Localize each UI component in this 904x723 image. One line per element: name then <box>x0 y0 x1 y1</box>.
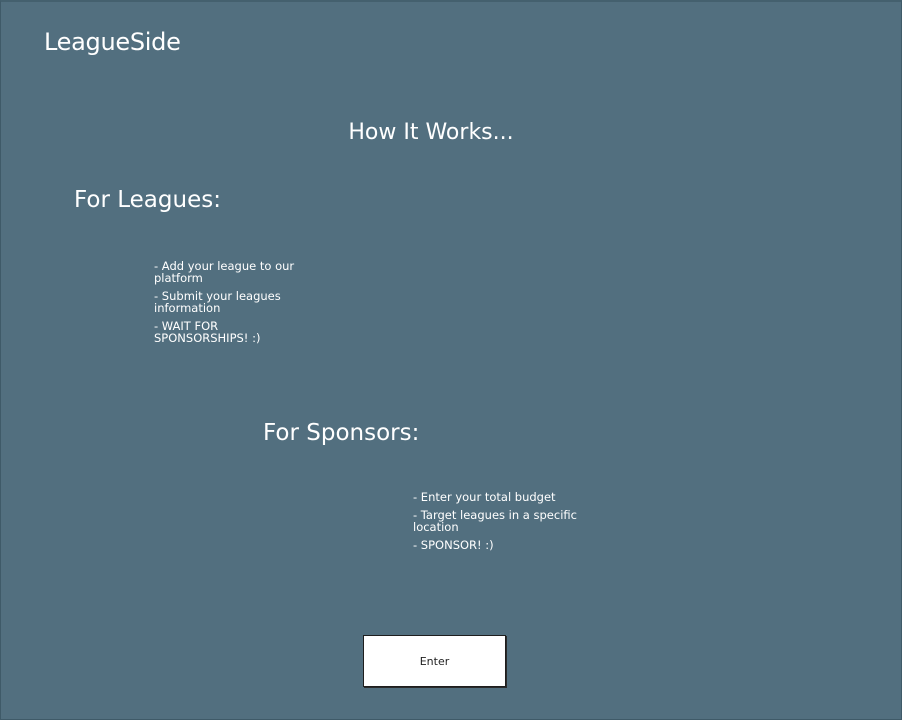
sponsors-steps-list: - Enter your total budget - Target leagu… <box>413 491 588 557</box>
list-item: - SPONSOR! :) <box>413 538 494 552</box>
list-item: - Target leagues in a specific location <box>413 508 577 534</box>
leagues-steps-list: - Add your league to our platform - Subm… <box>154 260 304 350</box>
list-item: - Add your league to our platform <box>154 259 295 285</box>
list-item: - Submit your leagues information <box>154 289 281 315</box>
app-frame: LeagueSide How It Works... For Leagues: … <box>0 0 902 720</box>
page-title: How It Works... <box>348 120 514 145</box>
sponsors-heading: For Sponsors: <box>263 420 420 446</box>
leagues-heading: For Leagues: <box>74 187 221 213</box>
list-item: - WAIT FOR SPONSORSHIPS! :) <box>154 319 261 345</box>
list-item: - Enter your total budget <box>413 490 556 504</box>
logo[interactable]: LeagueSide <box>44 28 181 56</box>
enter-button[interactable]: Enter <box>363 635 506 687</box>
